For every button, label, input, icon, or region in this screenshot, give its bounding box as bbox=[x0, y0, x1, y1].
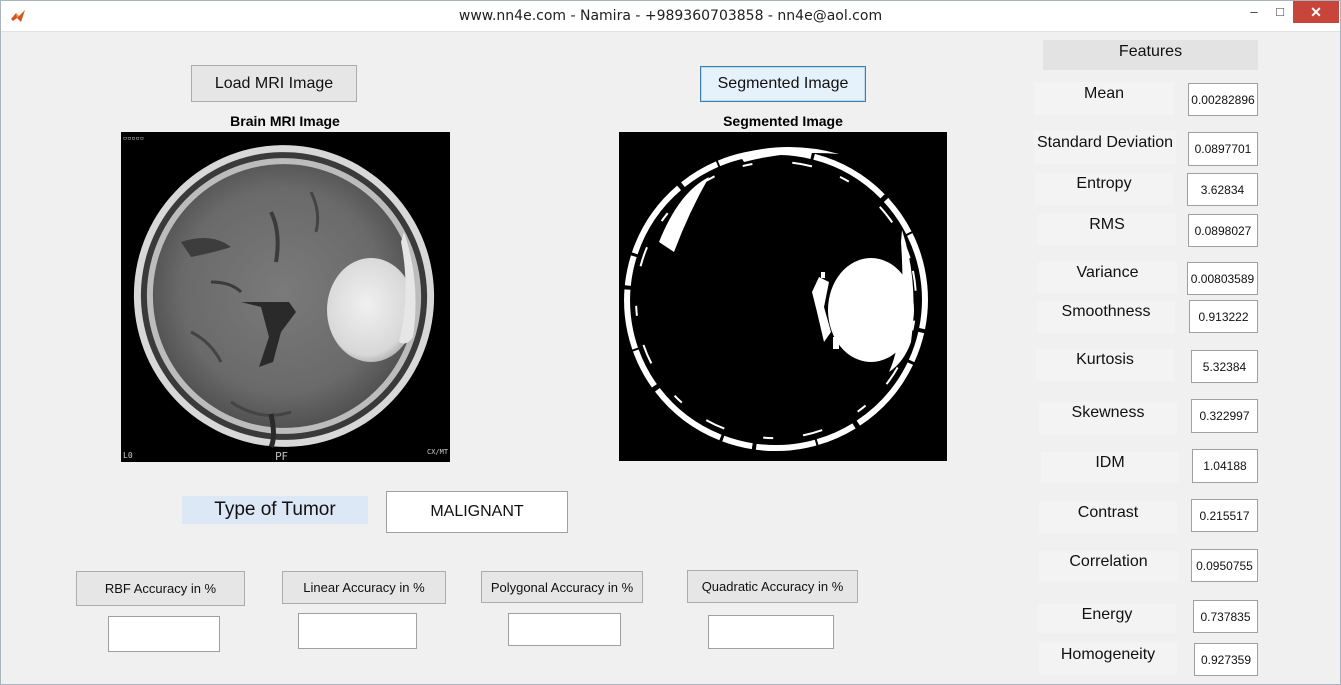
feature-label-smoothness: Smoothness bbox=[1037, 301, 1175, 333]
feature-value-rms: 0.0898027 bbox=[1188, 214, 1258, 247]
feature-label-variance: Variance bbox=[1038, 262, 1177, 293]
tumor-type-label: Type of Tumor bbox=[182, 496, 368, 524]
tumor-type-value: MALIGNANT bbox=[386, 491, 568, 533]
rbf-accuracy-button[interactable]: RBF Accuracy in % bbox=[76, 571, 245, 606]
feature-label-mean: Mean bbox=[1034, 82, 1174, 115]
feature-value-skewness: 0.322997 bbox=[1191, 399, 1258, 433]
polygonal-accuracy-button[interactable]: Polygonal Accuracy in % bbox=[481, 571, 643, 603]
app-window: www.nn4e.com - Namira - +989360703858 - … bbox=[0, 0, 1341, 685]
features-header: Features bbox=[1043, 40, 1258, 70]
linear-accuracy-button[interactable]: Linear Accuracy in % bbox=[282, 571, 446, 604]
polygonal-accuracy-field[interactable] bbox=[508, 613, 621, 646]
feature-value-std: 0.0897701 bbox=[1188, 132, 1258, 166]
feature-value-mean: 0.00282896 bbox=[1188, 83, 1258, 116]
feature-label-idm: IDM bbox=[1041, 452, 1179, 483]
segmented-image-button[interactable]: Segmented Image bbox=[700, 66, 866, 102]
brain-mri-image: ▫▫▫▫▫ L0 PF CX/MT bbox=[121, 132, 450, 462]
quadratic-accuracy-button[interactable]: Quadratic Accuracy in % bbox=[687, 570, 858, 603]
mri-overlay-top-left: ▫▫▫▫▫ bbox=[123, 134, 144, 142]
feature-label-skewness: Skewness bbox=[1039, 402, 1177, 434]
feature-label-contrast: Contrast bbox=[1039, 502, 1177, 533]
feature-value-variance: 0.00803589 bbox=[1187, 262, 1258, 295]
feature-value-contrast: 0.215517 bbox=[1191, 499, 1258, 532]
feature-value-energy: 0.737835 bbox=[1193, 600, 1258, 633]
feature-label-correlation: Correlation bbox=[1039, 551, 1178, 582]
feature-label-rms: RMS bbox=[1038, 214, 1176, 245]
brain-mri-caption: Brain MRI Image bbox=[230, 113, 340, 129]
mri-overlay-bottom-center: PF bbox=[275, 450, 288, 462]
rbf-accuracy-field[interactable] bbox=[108, 616, 220, 652]
feature-value-smoothness: 0.913222 bbox=[1189, 300, 1258, 333]
window-title: www.nn4e.com - Namira - +989360703858 - … bbox=[458, 8, 883, 24]
mri-overlay-bottom-left: L0 bbox=[123, 451, 133, 460]
segmented-image bbox=[619, 132, 947, 461]
mri-overlay-bottom-right: CX/MT bbox=[427, 448, 449, 456]
load-mri-button[interactable]: Load MRI Image bbox=[191, 65, 357, 102]
feature-label-std: Standard Deviation bbox=[1034, 131, 1176, 164]
linear-accuracy-field[interactable] bbox=[298, 613, 417, 649]
feature-value-correlation: 0.0950755 bbox=[1191, 549, 1258, 582]
close-button[interactable]: ✕ bbox=[1293, 1, 1339, 23]
feature-label-kurtosis: Kurtosis bbox=[1036, 349, 1174, 381]
feature-value-kurtosis: 5.32384 bbox=[1191, 350, 1258, 383]
quadratic-accuracy-field[interactable] bbox=[708, 615, 834, 649]
feature-label-homogeneity: Homogeneity bbox=[1039, 642, 1177, 674]
feature-value-entropy: 3.62834 bbox=[1187, 173, 1258, 206]
feature-value-homogeneity: 0.927359 bbox=[1194, 643, 1258, 676]
title-bar: www.nn4e.com - Namira - +989360703858 - … bbox=[1, 1, 1340, 32]
minimize-button[interactable]: – bbox=[1241, 1, 1267, 23]
feature-label-energy: Energy bbox=[1038, 604, 1176, 633]
feature-value-idm: 1.04188 bbox=[1192, 449, 1258, 483]
maximize-button[interactable]: □ bbox=[1267, 1, 1293, 23]
segmented-image-caption: Segmented Image bbox=[723, 113, 843, 129]
feature-label-entropy: Entropy bbox=[1035, 173, 1173, 205]
